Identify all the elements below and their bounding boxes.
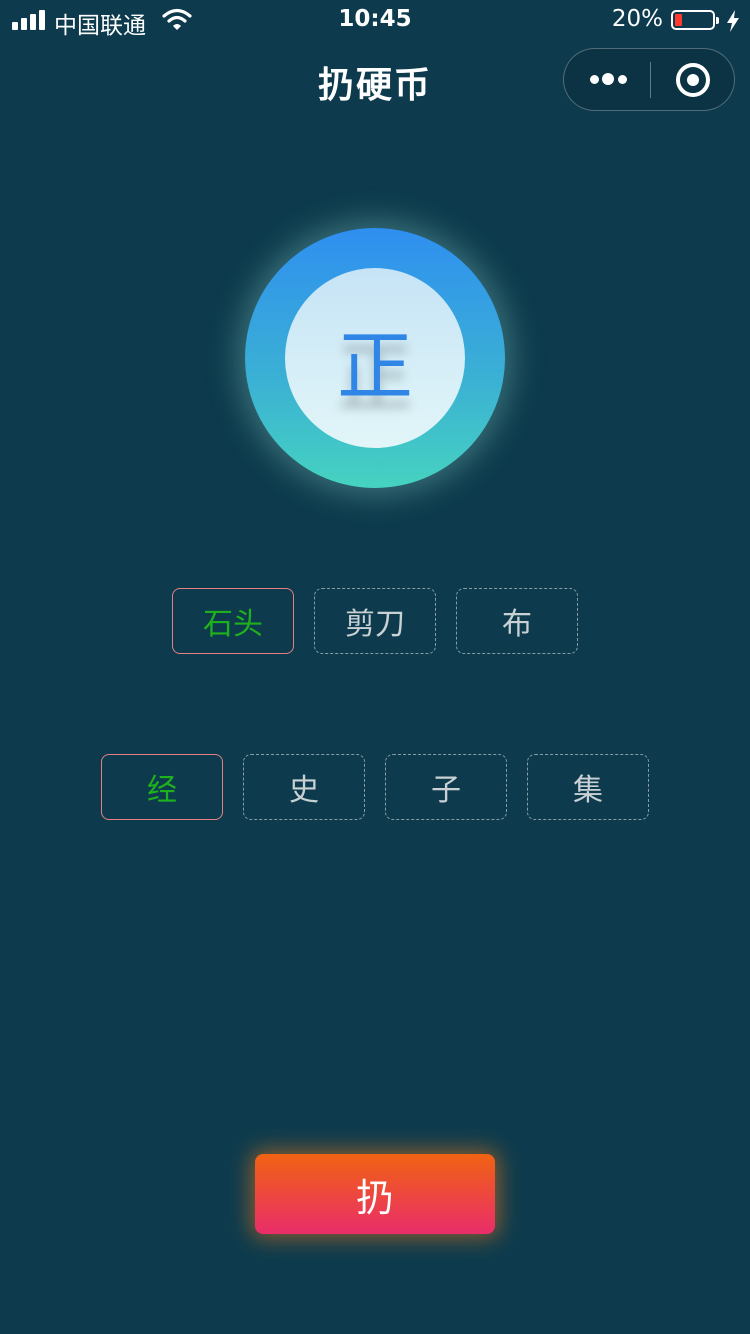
mini-program-capsule (563, 48, 735, 111)
charging-bolt-icon (727, 10, 739, 32)
option-scissors[interactable]: 剪刀 (314, 588, 436, 654)
option-jing[interactable]: 经 (101, 754, 223, 820)
battery-icon (671, 10, 719, 30)
capsule-divider (650, 62, 651, 98)
option-ji[interactable]: 集 (527, 754, 649, 820)
battery-percent: 20% (611, 6, 663, 32)
option-row-classics: 经 史 子 集 (0, 754, 750, 820)
coin-face-text: 正 (337, 322, 413, 411)
option-rock[interactable]: 石头 (172, 588, 294, 654)
status-bar: 中国联通 10:45 20% (0, 0, 750, 40)
option-shi[interactable]: 史 (243, 754, 365, 820)
coin-inner-face: 正 (285, 268, 465, 448)
coin[interactable]: 正 (245, 228, 505, 488)
option-paper[interactable]: 布 (456, 588, 578, 654)
battery-level (675, 14, 682, 26)
option-row-rps: 石头 剪刀 布 (0, 588, 750, 654)
target-close-icon[interactable] (676, 63, 710, 97)
option-zi[interactable]: 子 (385, 754, 507, 820)
throw-button[interactable]: 扔 (255, 1154, 495, 1234)
more-dots-icon[interactable] (588, 49, 628, 111)
